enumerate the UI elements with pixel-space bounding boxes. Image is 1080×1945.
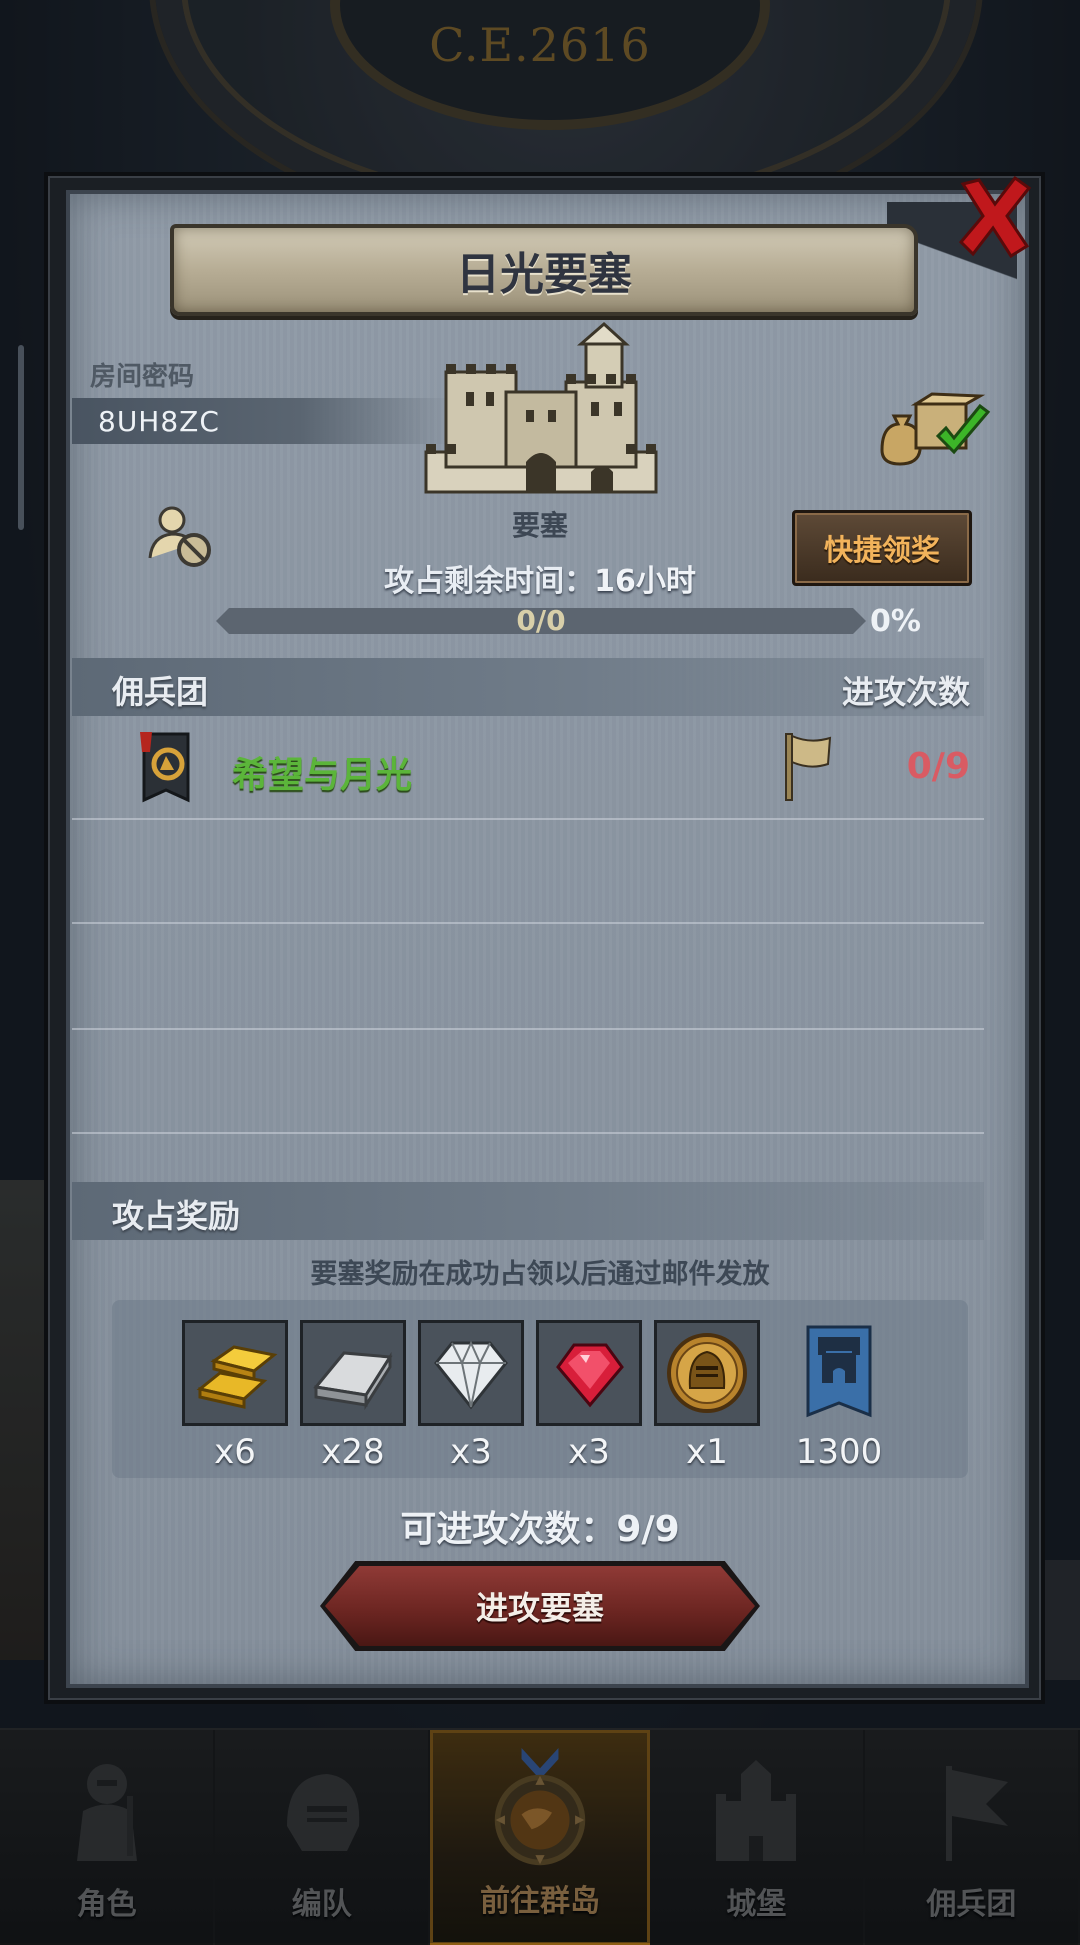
reward-qty: 1300 [795,1432,883,1472]
room-code-field[interactable]: 8UH8ZC [72,398,452,444]
row-divider [72,1028,984,1030]
row-divider [72,1132,984,1134]
close-button[interactable] [955,172,1035,262]
knight-helmet-coin-icon [654,1320,760,1426]
reward-qty: x3 [450,1432,492,1472]
mercenary-header-label: 佣兵团 [112,673,209,711]
fortress-banner-icon [786,1320,892,1426]
mercenary-emblem-icon [140,732,190,803]
attack-count-header-label: 进攻次数 [841,673,970,711]
attack-fortress-label: 进攻要塞 [475,1589,604,1627]
diamond-icon [418,1320,524,1426]
reward-item[interactable]: x3 [418,1320,524,1472]
reward-section-header: 攻占奖励 [72,1182,984,1240]
reward-item[interactable]: x1 [654,1320,760,1472]
row-divider [72,818,984,820]
available-attacks: 可进攻次数：9/9 [0,1500,1080,1552]
reward-qty: x6 [214,1432,256,1472]
iron-ingot-icon [300,1320,406,1426]
remaining-time-value: 16小时 [594,564,696,599]
reward-qty: x28 [321,1432,385,1472]
remaining-time-label: 攻占剩余时间： [384,564,595,599]
reward-note: 要塞奖励在成功占领以后通过邮件发放 [310,1259,770,1290]
reward-qty: x3 [568,1432,610,1472]
mercenary-section-header: 佣兵团 进攻次数 [72,658,984,716]
capture-progress-percent: 0% [870,604,921,639]
gold-bars-icon [182,1320,288,1426]
collected-loot-icon [880,392,991,466]
mercenary-row[interactable]: 希望与月光 0/9 [72,720,984,820]
reward-item[interactable]: x28 [300,1320,406,1472]
flag-icon [785,733,832,801]
title-banner: 日光要塞 [170,224,918,316]
room-code-label: 房间密码 [90,362,195,392]
reward-item[interactable]: 1300 [786,1320,892,1472]
capture-progress-text: 0/0 [516,604,566,637]
modal-title: 日光要塞 [456,249,632,300]
reward-item[interactable]: x3 [536,1320,642,1472]
ruby-icon [536,1320,642,1426]
mercenary-name: 希望与月光 [232,755,413,796]
attack-fortress-button[interactable]: 进攻要塞 [325,1566,755,1646]
reward-header-label: 攻占奖励 [112,1197,241,1235]
fortress-castle-image [424,322,658,494]
room-code-value: 8UH8ZC [98,404,220,438]
mercenary-attack-count: 0/9 [906,746,970,787]
remaining-time: 攻占剩余时间：16小时 [0,556,1080,600]
reward-qty: x1 [686,1432,728,1472]
row-divider [72,922,984,924]
reward-item[interactable]: x6 [182,1320,288,1472]
close-icon [958,176,1032,258]
available-attacks-value: 9/9 [616,1509,680,1550]
available-attacks-label: 可进攻次数： [400,1509,617,1550]
